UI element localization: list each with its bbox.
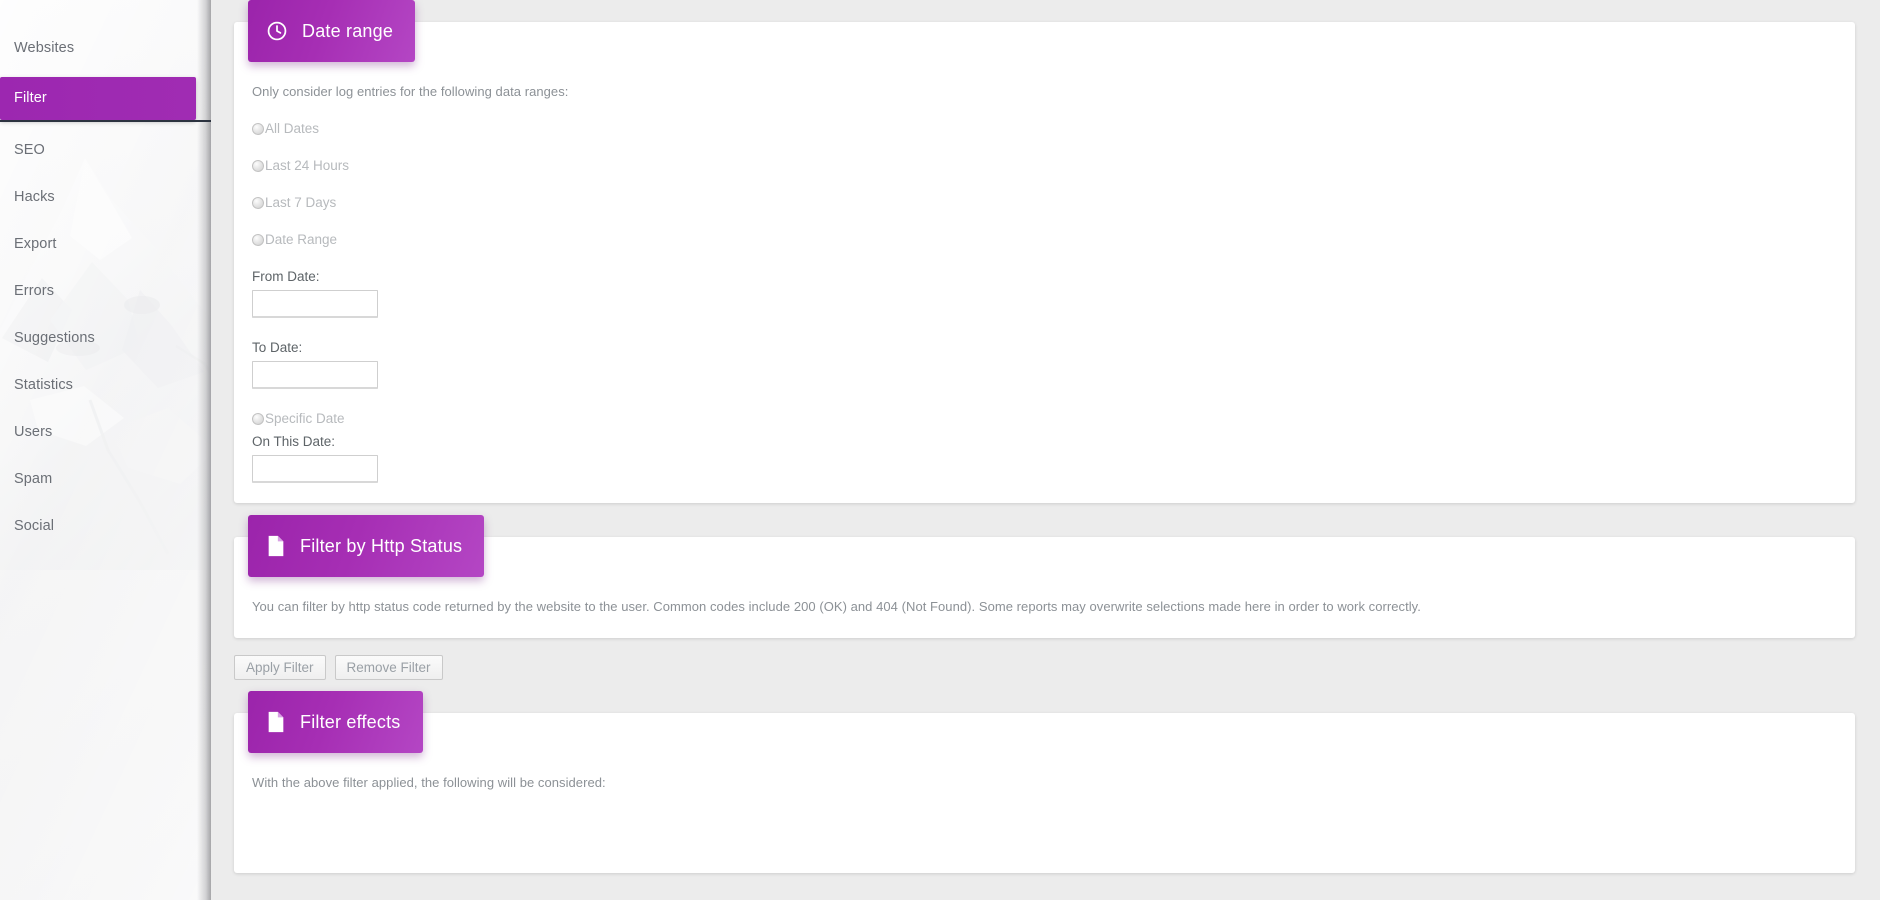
sidebar-nav: Websites Filter SEO Hacks Export Errors …: [0, 0, 211, 544]
filter-effects-card-body: With the above filter applied, the follo…: [234, 713, 1855, 810]
sidebar-item-label: Filter: [14, 90, 47, 106]
sidebar-item-label: Spam: [14, 471, 53, 487]
date-range-hint: Only consider log entries for the follow…: [252, 84, 569, 99]
sidebar-item-spam[interactable]: Spam: [0, 461, 211, 497]
sidebar-item-filter[interactable]: Filter: [0, 77, 211, 122]
from-date-input[interactable]: [252, 290, 378, 318]
http-status-panel-header: Filter by Http Status: [248, 515, 485, 577]
radio-label: Last 24 Hours: [265, 158, 350, 173]
radio-icon[interactable]: [252, 233, 264, 246]
radio-label: Date Range: [265, 232, 338, 247]
sidebar-item-label: Hacks: [14, 189, 55, 205]
filter-action-buttons: Apply Filter Remove Filter: [234, 655, 1880, 680]
sidebar-item-label: Errors: [14, 283, 55, 299]
main-content: Date range Only consider log entries for…: [211, 0, 1880, 900]
filter-effects-description: With the above filter applied, the follo…: [252, 775, 606, 790]
sidebar-item-users[interactable]: Users: [0, 414, 211, 450]
date-range-panel-title: Date range: [302, 20, 394, 41]
radio-icon[interactable]: [252, 196, 264, 209]
sidebar-item-label: Social: [14, 518, 55, 534]
from-date-label: From Date:: [252, 269, 320, 284]
on-this-date-label: On This Date:: [252, 434, 336, 449]
apply-filter-button[interactable]: Apply Filter: [234, 655, 326, 680]
clock-icon: [266, 20, 288, 42]
sidebar-item-websites[interactable]: Websites: [0, 30, 211, 66]
radio-option-specific-date[interactable]: Specific Date: [252, 411, 1837, 426]
radio-option-all-dates[interactable]: All Dates: [252, 121, 1837, 136]
filter-effects-panel-title: Filter effects: [300, 711, 401, 732]
http-status-description: You can filter by http status code retur…: [252, 599, 1421, 614]
sidebar-item-seo[interactable]: SEO: [0, 132, 211, 168]
sidebar-item-statistics[interactable]: Statistics: [0, 367, 211, 403]
sidebar-item-label: Suggestions: [14, 330, 95, 346]
radio-option-last-24-hours[interactable]: Last 24 Hours: [252, 158, 1837, 173]
date-range-panel-header: Date range: [248, 0, 416, 62]
radio-option-date-range[interactable]: Date Range: [252, 232, 1837, 247]
radio-label: Specific Date: [265, 411, 345, 426]
sidebar: Websites Filter SEO Hacks Export Errors …: [0, 0, 211, 900]
http-status-card: Filter by Http Status You can filter by …: [234, 515, 1855, 638]
sidebar-item-social[interactable]: Social: [0, 508, 211, 544]
to-date-label: To Date:: [252, 340, 303, 355]
filter-effects-card: Filter effects With the above filter app…: [234, 691, 1855, 873]
sidebar-item-label: Users: [14, 424, 53, 440]
file-icon: [266, 535, 286, 557]
sidebar-item-label: Websites: [14, 40, 75, 56]
filter-effects-panel-header: Filter effects: [248, 691, 423, 753]
to-date-input[interactable]: [252, 361, 378, 389]
radio-icon[interactable]: [252, 412, 264, 425]
remove-filter-button[interactable]: Remove Filter: [334, 655, 443, 680]
sidebar-item-label: Statistics: [14, 377, 74, 393]
radio-icon[interactable]: [252, 159, 264, 172]
sidebar-item-label: SEO: [14, 142, 45, 158]
sidebar-item-errors[interactable]: Errors: [0, 273, 211, 309]
radio-option-last-7-days[interactable]: Last 7 Days: [252, 195, 1837, 210]
sidebar-item-label: Export: [14, 236, 57, 252]
date-range-card-body: Only consider log entries for the follow…: [234, 22, 1855, 503]
radio-label: All Dates: [265, 121, 320, 136]
file-icon: [266, 711, 286, 733]
sidebar-item-hacks[interactable]: Hacks: [0, 179, 211, 215]
date-range-card: Date range Only consider log entries for…: [234, 0, 1855, 503]
sidebar-item-suggestions[interactable]: Suggestions: [0, 320, 211, 356]
radio-icon[interactable]: [252, 122, 264, 135]
http-status-panel-title: Filter by Http Status: [300, 535, 463, 556]
sidebar-item-export[interactable]: Export: [0, 226, 211, 262]
radio-label: Last 7 Days: [265, 195, 337, 210]
on-this-date-input[interactable]: [252, 455, 378, 483]
